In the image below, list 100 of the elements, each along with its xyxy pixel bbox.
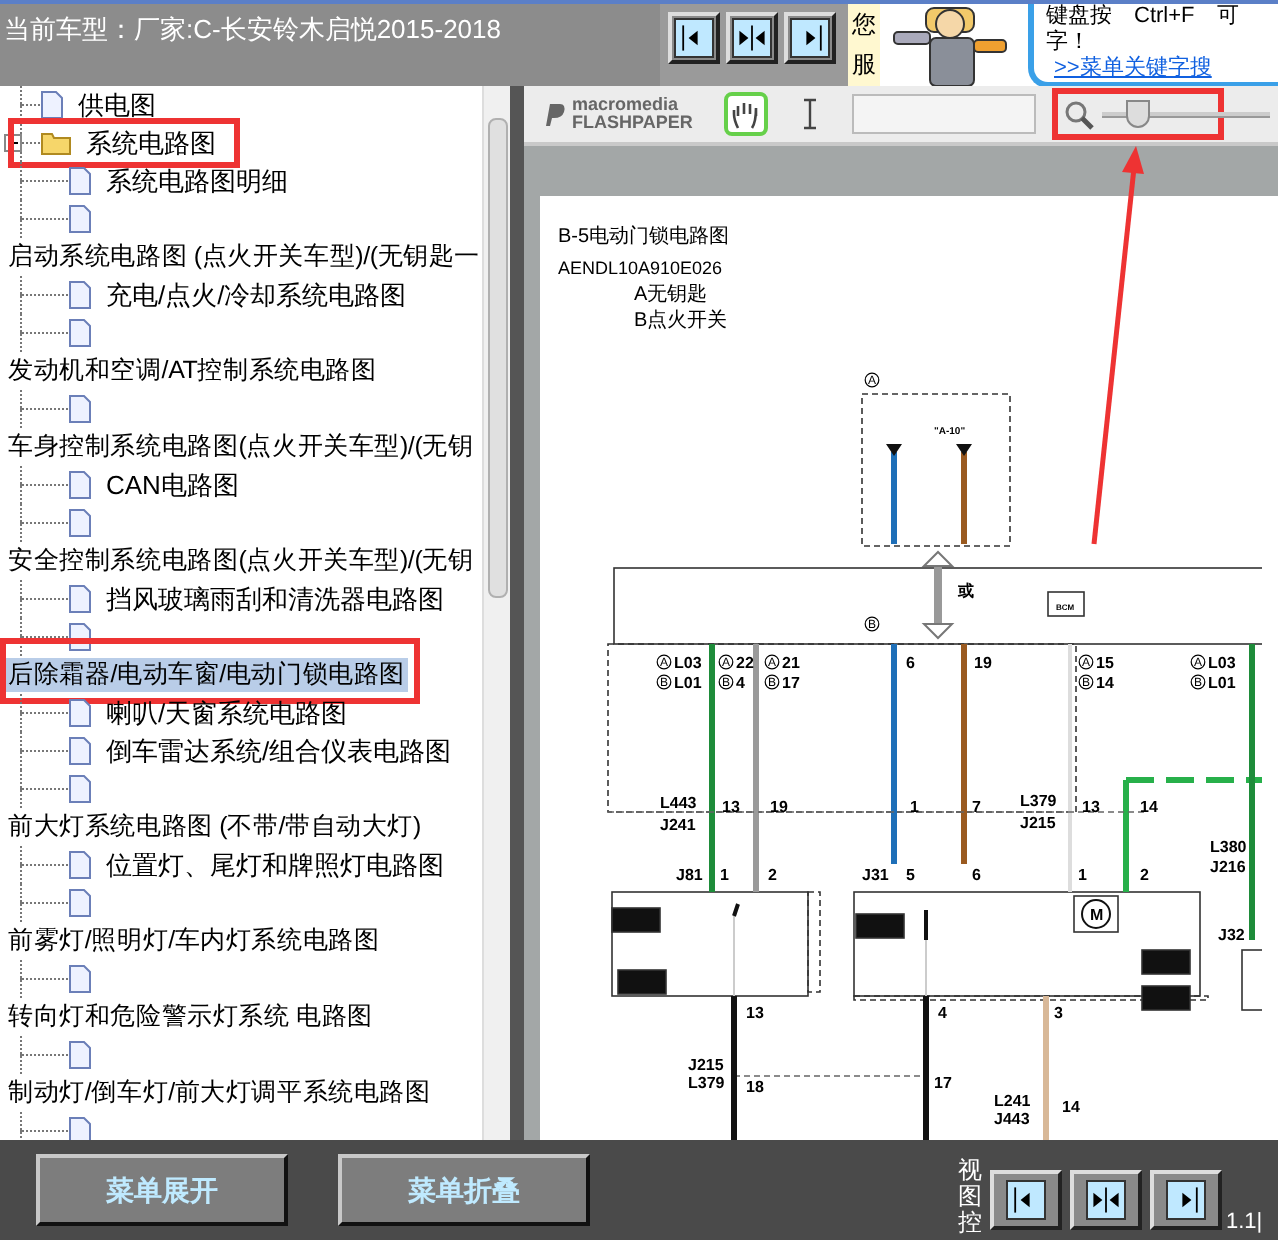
view-button[interactable] [784,12,836,64]
diagram-label: 22 [736,654,754,672]
document-icon [68,850,92,880]
diagram-label: L01 [674,674,702,692]
tree-item[interactable]: 供电图 [76,88,158,122]
tree-item[interactable]: 发动机和空调/AT控制系统电路图 [6,354,379,388]
diagram-label: 2 [768,866,777,884]
tree-item[interactable]: 启动系统电路图 (点火开关车型)/(无钥匙一 [6,240,483,274]
tree-item[interactable]: 制动灯/倒车灯/前大灯调平系统电路图 [6,1076,433,1110]
tree-item[interactable]: 前大灯系统电路图 (不带/带自动大灯) [6,810,423,844]
diagram-label: 4 [938,1004,947,1022]
tree-item[interactable]: 挡风玻璃雨刮和清洗器电路图 [104,582,446,616]
document-icon [68,698,92,728]
diagram-label: 1 [910,798,919,816]
diagram-label: 13 [722,798,740,816]
tree-item[interactable]: 位置灯、尾灯和牌照灯电路图 [104,848,446,882]
flashpaper-logo-text: macromedia FLASHPAPER [572,96,693,132]
tree-item[interactable]: 系统电路图明细 [104,164,290,198]
document-icon [40,90,64,120]
page-number: 1.1| [1226,1207,1265,1237]
view-button[interactable] [726,12,778,64]
document-icon [68,1040,92,1070]
diagram-title-text: B-5电动门锁电路图 [558,226,730,248]
diagram-label: J215 [688,1056,724,1074]
diagram-label: 19 [770,798,788,816]
document-icon [68,166,92,196]
diagram-label: 17 [782,674,800,692]
diagram-label: L379 [1020,792,1057,810]
diagram-label: 4 [736,674,745,692]
document-icon [68,280,92,310]
document-icon [68,736,92,766]
diagram-label: 3 [1054,1004,1063,1022]
diagram-label: J32 [1218,926,1245,944]
diagram-label: L443 [660,794,697,812]
tree-item[interactable]: 系统电路图 [84,126,218,160]
tree-item[interactable]: 充电/点火/冷却系统电路图 [104,278,409,312]
slider-thumb[interactable] [1125,100,1150,128]
diagram-label: J241 [660,816,696,834]
diagram-label: 18 [746,1078,764,1096]
diagram-label: 14 [1140,798,1158,816]
tree-item[interactable]: 喇叭/天窗系统电路图 [104,696,350,730]
hand-tool-button[interactable] [724,92,768,136]
keyword-search-link[interactable]: >>菜单关键字搜 [1046,56,1278,82]
diagram-label: J81 [676,866,703,884]
search-field[interactable] [852,94,1036,134]
diagram-label: 17 [934,1074,952,1092]
diagram-label: 13 [746,1004,764,1022]
diagram-label: 13 [1082,798,1100,816]
diagram-label: J216 [1210,858,1246,876]
document-icon [68,888,92,918]
scrollbar[interactable] [482,86,511,1140]
diagram-label: 7 [972,798,981,816]
service-text: 您服 [852,8,876,82]
hand-icon [732,99,760,129]
diagram-label: 14 [1096,674,1114,692]
folder-icon [40,130,72,156]
view-button[interactable] [990,1170,1062,1230]
diagram-label: L03 [1208,654,1236,672]
diagram-label: J215 [1020,814,1056,832]
diagram-label: 5 [906,866,915,884]
diagram-label: 15 [1096,654,1114,672]
text-cursor-icon [802,98,818,130]
diagram-label: 1 [1078,866,1087,884]
tree-item[interactable]: 后除霜器/电动车窗/电动门锁电路图 [6,658,408,692]
diagram-label: 21 [782,654,800,672]
diagram-title-text: A无钥匙 [634,284,708,306]
diagram-label: L380 [1210,838,1247,856]
document-icon [68,204,92,234]
diagram-label: 1 [720,866,729,884]
zoom-slider[interactable] [1102,100,1270,128]
diagram-label: M [1090,906,1104,924]
diagram-label: J443 [994,1110,1030,1128]
search-icon [1064,99,1094,129]
view-button[interactable] [1070,1170,1142,1230]
document-icon [68,318,92,348]
view-button[interactable] [668,12,720,64]
diagram-label: J31 [862,866,889,884]
flashpaper-logo-icon [540,100,568,128]
view-control-label: 视图控 [958,1157,982,1235]
split-pane-icon [732,18,772,58]
tree-item[interactable]: 倒车雷达系统/组合仪表电路图 [104,734,454,768]
tree-item[interactable]: CAN电路图 [104,468,241,502]
diagram-title-text: AENDL10A910E026 [558,258,723,278]
document-icon [68,774,92,804]
diagram-label: 14 [1062,1098,1080,1116]
diagram-label: L241 [994,1092,1031,1110]
tree-item[interactable]: 转向灯和危险警示灯系统 电路图 [6,1000,375,1034]
tree-item[interactable]: 安全控制系统电路图(点火开关车型)/(无钥 [6,544,476,578]
tree-item[interactable]: 车身控制系统电路图(点火开关车型)/(无钥 [6,430,476,464]
diagram-label: 或 [958,582,974,600]
tip-text: 键盘按 Ctrl+F 可 [1046,4,1241,29]
tip-text: 字！ [1046,30,1092,56]
model-label: 当前车型：厂家:C-长安铃木启悦2015-2018 [4,14,501,44]
diagram-label: 19 [974,654,992,672]
diagram-label: L379 [688,1074,725,1092]
tree-item[interactable]: 前雾灯/照明灯/车内灯系统电路图 [6,924,382,958]
view-button[interactable] [1150,1170,1222,1230]
diagram-label: L03 [674,654,702,672]
diagram-label: 6 [906,654,915,672]
document-icon [68,584,92,614]
